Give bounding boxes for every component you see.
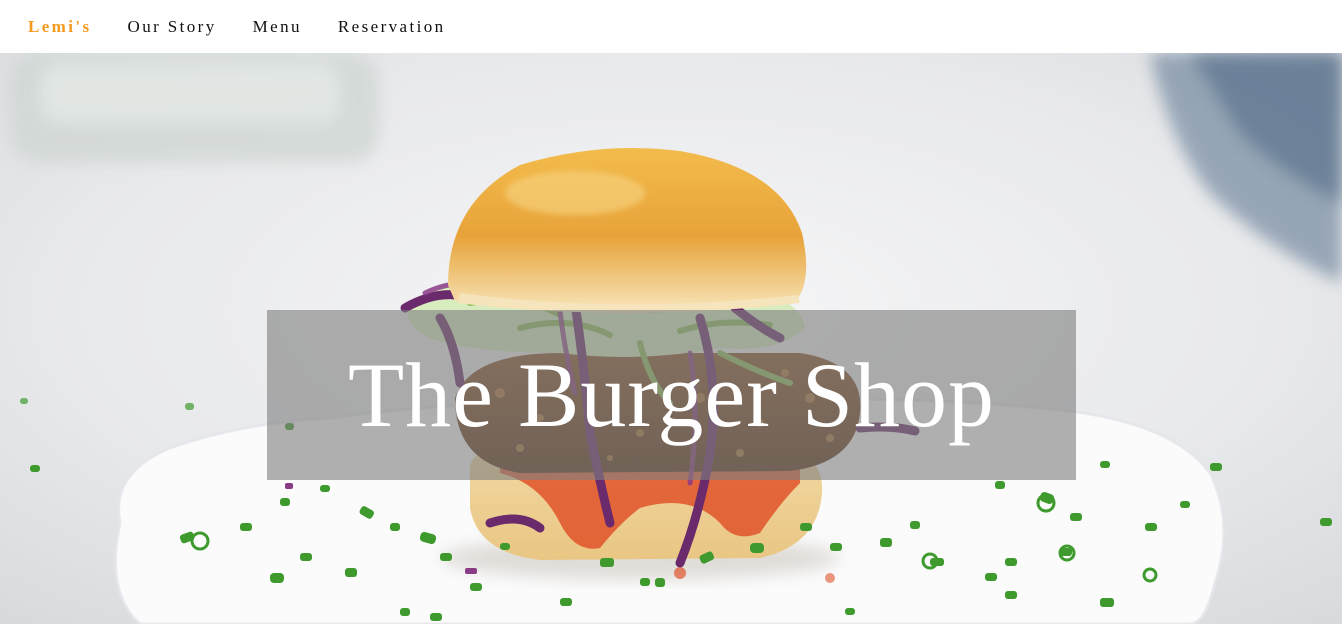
nav-link-reservation[interactable]: Reservation (338, 18, 446, 35)
nav-link-our-story[interactable]: Our Story (128, 18, 217, 35)
nav-link-menu[interactable]: Menu (253, 18, 302, 35)
top-navbar: Lemi's Our Story Menu Reservation (0, 0, 1342, 53)
hero-title-box: The Burger Shop (267, 310, 1076, 480)
hero-section: The Burger Shop (0, 53, 1342, 624)
brand-logo-link[interactable]: Lemi's (28, 18, 92, 35)
hero-title: The Burger Shop (347, 344, 995, 446)
